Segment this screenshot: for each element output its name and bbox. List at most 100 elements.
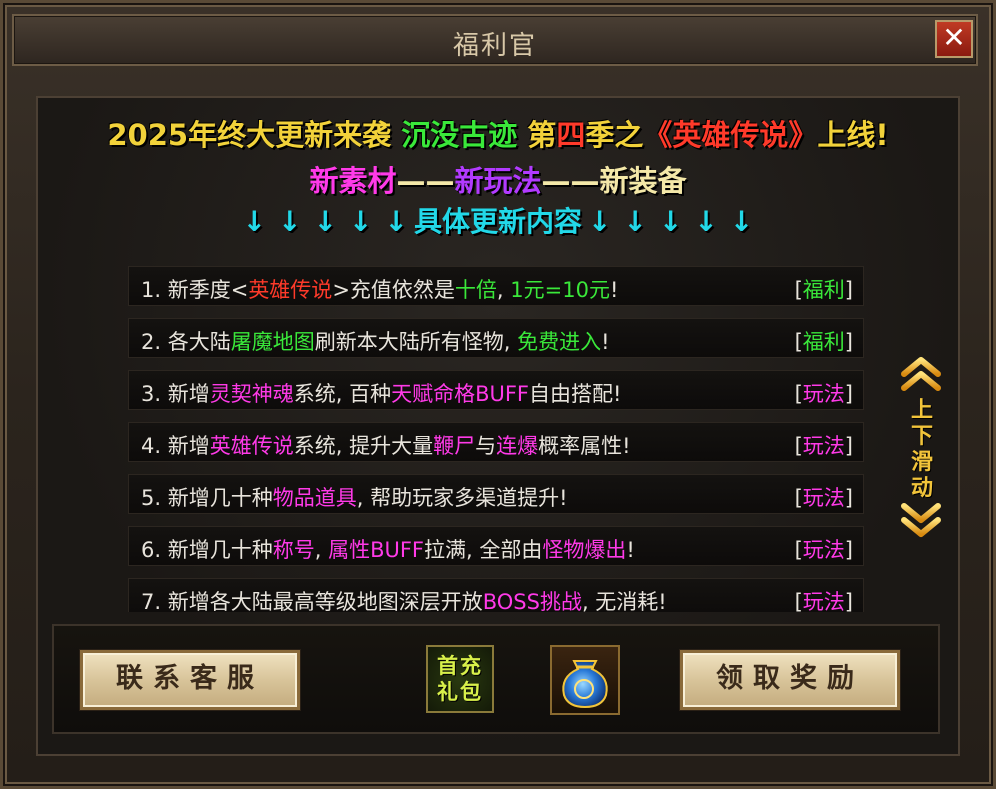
update-category-tag: [玩法] [795, 586, 853, 612]
tag-bracket: [ [794, 538, 803, 562]
feature-new-gameplay: 新玩法 [454, 164, 542, 198]
update-text-segment: 概率属性! [538, 434, 631, 458]
window-title: 福利官 [452, 31, 537, 61]
update-text-segment: 连爆 [496, 434, 539, 458]
update-text-segment: 刷新本大陆所有怪物, [314, 330, 518, 354]
update-text-segment: 拉满, 全部由 [424, 538, 543, 562]
tag-bracket: [ [794, 486, 803, 510]
update-row: 1. 新季度<英雄传说>充值依然是十倍, 1元=10元! [福利] [128, 266, 864, 306]
tag-bracket: [ [794, 278, 803, 302]
tag-bracket: ] [844, 330, 853, 354]
down-arrow-icon: ↓ [313, 205, 338, 238]
title-bar: 福利官 [12, 14, 978, 66]
update-text-segment: 6. 新增几十种 [141, 538, 273, 562]
update-text-segment: 2. 各大陆 [141, 330, 231, 354]
update-category-tag: [福利] [795, 326, 853, 356]
tag-bracket: ] [844, 278, 853, 302]
tag-label: 福利 [802, 330, 845, 354]
update-text-segment: 屠魔地图 [230, 330, 315, 354]
treasure-bag-button[interactable] [550, 645, 620, 715]
update-text-segment: 1. 新季度< [141, 278, 249, 302]
update-category-tag: [福利] [795, 274, 853, 304]
update-text-segment: 系统, 百种 [293, 382, 392, 406]
headline-season-suffix: 季之 [585, 118, 644, 152]
update-text: 7. 新增各大陆最高等级地图深层开放BOSS挑战, 无消耗! [141, 586, 667, 612]
update-text: 5. 新增几十种物品道具, 帮助玩家多渠道提升! [141, 482, 568, 512]
update-text-segment: >充值依然是 [332, 278, 455, 302]
update-text-segment: 自由搭配! [529, 382, 622, 406]
update-text-segment: , 帮助玩家多渠道提升! [356, 486, 568, 510]
update-text: 6. 新增几十种称号, 属性BUFF拉满, 全部由怪物爆出! [141, 534, 635, 564]
update-row: 7. 新增各大陆最高等级地图深层开放BOSS挑战, 无消耗! [玩法] [128, 578, 864, 612]
update-text-segment: 4. 新增 [141, 434, 210, 458]
down-arrow-icon: ↓ [242, 205, 267, 238]
tag-bracket: [ [794, 590, 803, 612]
update-text-segment: 5. 新增几十种 [141, 486, 273, 510]
update-text-segment: 1元=10元 [510, 278, 610, 302]
tag-bracket: ] [844, 434, 853, 458]
update-text-segment: BOSS挑战 [482, 590, 582, 612]
update-text-segment: 与 [475, 434, 497, 458]
tag-bracket: [ [794, 382, 803, 406]
update-text-segment: ! [626, 538, 635, 562]
first-recharge-gift-button[interactable]: 首充 礼包 [426, 645, 494, 713]
update-row: 6. 新增几十种称号, 属性BUFF拉满, 全部由怪物爆出! [玩法] [128, 526, 864, 566]
claim-reward-button[interactable]: 领取奖励 [680, 650, 900, 710]
feature-dash: —— [541, 164, 600, 198]
update-text-segment: 称号 [272, 538, 315, 562]
tag-bracket: ] [844, 590, 853, 612]
update-text-segment: 物品道具 [272, 486, 357, 510]
update-text-segment: 怪物爆出 [542, 538, 627, 562]
down-arrow-icon: ↓ [588, 205, 612, 238]
tag-bracket: ] [844, 538, 853, 562]
update-row: 5. 新增几十种物品道具, 帮助玩家多渠道提升! [玩法] [128, 474, 864, 514]
tag-bracket: [ [794, 330, 803, 354]
feature-new-materials: 新素材 [309, 164, 397, 198]
down-arrow-icon: ↓ [694, 205, 718, 238]
tag-label: 福利 [802, 278, 845, 302]
tag-label: 玩法 [802, 486, 845, 510]
update-text-segment: , 无消耗! [581, 590, 667, 612]
update-text-segment: 3. 新增 [141, 382, 210, 406]
update-text-segment: 免费进入 [517, 330, 602, 354]
tag-bracket: ] [844, 486, 853, 510]
update-row: 4. 新增英雄传说系统, 提升大量鞭尸与连爆概率属性! [玩法] [128, 422, 864, 462]
down-arrow-icon: ↓ [729, 205, 754, 238]
headline-season-number: 四 [556, 118, 586, 152]
details-header: ↓ ↓ ↓ ↓ ↓ 具体更新内容 ↓ ↓ ↓ ↓ ↓ [36, 200, 960, 240]
update-text-segment: 天赋命格BUFF [391, 382, 530, 406]
feature-new-equipment: 新装备 [599, 164, 687, 198]
headline-intro: 2025年终大更新来袭 [107, 118, 392, 152]
headline-update-name: 沉没古迹 [401, 118, 518, 152]
down-arrow-icon: ↓ [658, 205, 683, 238]
update-text-segment: 属性BUFF [328, 538, 425, 562]
update-text-segment: 灵契神魂 [209, 382, 294, 406]
update-category-tag: [玩法] [795, 430, 853, 460]
treasure-bag-icon [562, 660, 608, 709]
update-text: 2. 各大陆屠魔地图刷新本大陆所有怪物, 免费进入! [141, 326, 610, 356]
details-header-label: 具体更新内容 [413, 205, 582, 238]
headline-online: 上线! [817, 118, 889, 152]
update-text: 4. 新增英雄传说系统, 提升大量鞭尸与连爆概率属性! [141, 430, 631, 460]
update-text-segment: , [496, 278, 511, 302]
update-text-segment: ! [609, 278, 619, 302]
contact-support-button[interactable]: 联系客服 [80, 650, 300, 710]
first-recharge-gift-label: 首充 礼包 [437, 654, 483, 704]
update-list[interactable]: 1. 新季度<英雄传说>充值依然是十倍, 1元=10元! [福利] 2. 各大陆屠魔… [128, 266, 864, 612]
headline-season-title: 《英雄传说》 [643, 118, 818, 152]
tag-label: 玩法 [802, 590, 845, 612]
update-row: 2. 各大陆屠魔地图刷新本大陆所有怪物, 免费进入! [福利] [128, 318, 864, 358]
update-text-segment: 英雄传说 [248, 278, 333, 302]
headline-season-prefix: 第 [527, 118, 557, 152]
tag-label: 玩法 [802, 434, 845, 458]
tag-bracket: [ [794, 434, 803, 458]
update-category-tag: [玩法] [795, 378, 853, 408]
update-text-segment: ! [601, 330, 610, 354]
close-button[interactable]: ✕ [935, 20, 973, 58]
down-arrow-icon: ↓ [349, 205, 373, 238]
update-text-segment: 英雄传说 [209, 434, 294, 458]
tag-label: 玩法 [802, 538, 845, 562]
tag-label: 玩法 [802, 382, 845, 406]
scroll-hint: 上下滑动 [898, 352, 944, 542]
tag-bracket: ] [844, 382, 853, 406]
